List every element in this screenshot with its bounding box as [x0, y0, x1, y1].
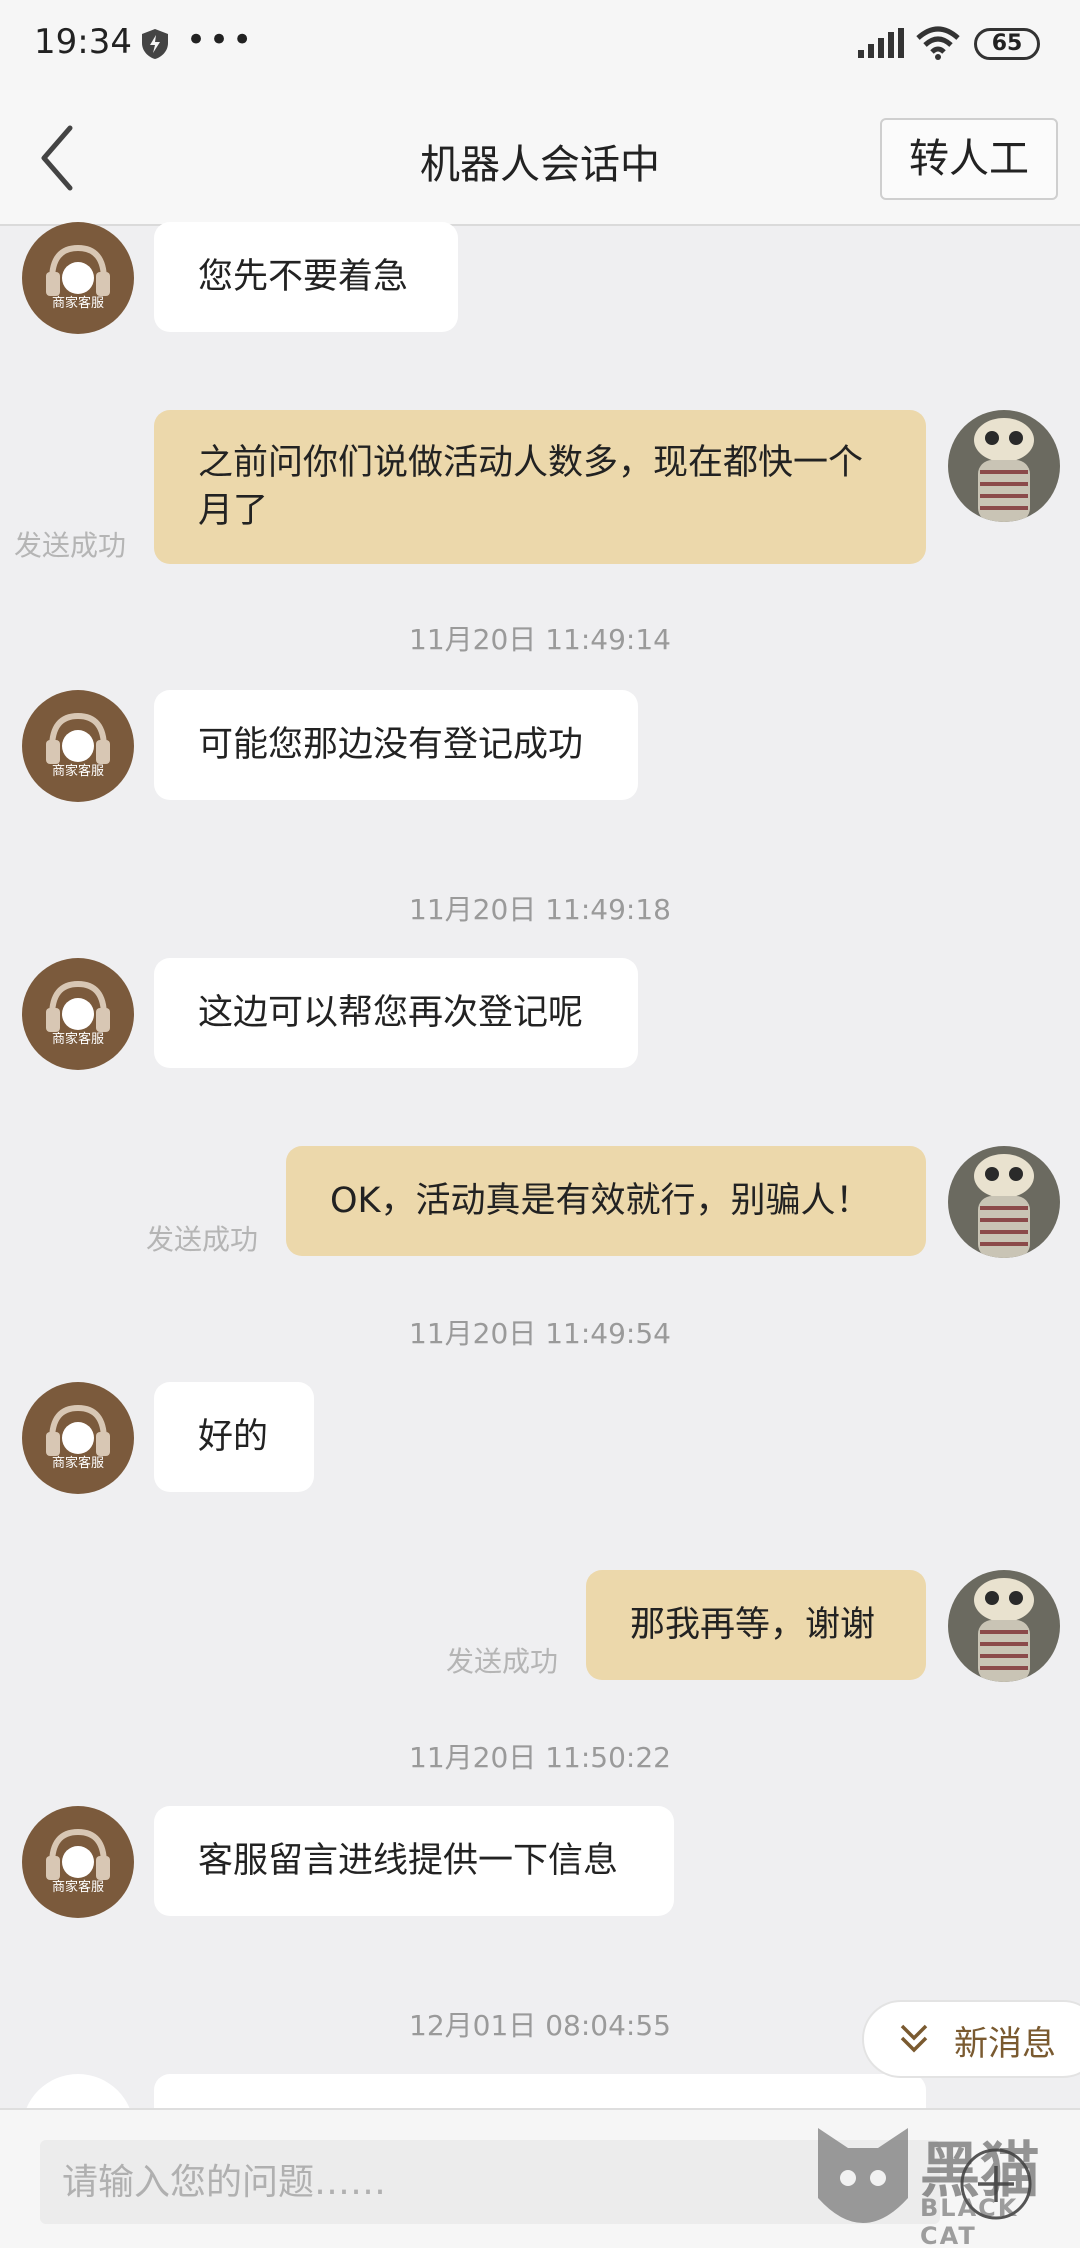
message-text: 您先不要着急 — [198, 257, 409, 297]
bot-message: 这边可以帮您再次登记呢 — [154, 958, 638, 1068]
user-message: OK，活动真是有效就行，别骗人！ — [286, 1146, 926, 1256]
message-timestamp: 11月20日 11:49:18 — [409, 893, 671, 926]
watermark-en: BLACK CAT — [920, 2194, 1019, 2248]
headset-icon — [46, 980, 110, 1032]
send-status: 发送成功 — [146, 1223, 259, 1256]
bot-avatar-label: 商家客服 — [51, 1880, 104, 1895]
status-bar: 19:34 ••• 65 — [0, 0, 1080, 90]
message-text: 那我再等，谢谢 — [630, 1605, 876, 1645]
owl-avatar-icon — [948, 410, 1060, 522]
bot-message: 可能您那边没有登记成功 — [154, 690, 638, 800]
bot-message: 您先不要着急 — [154, 222, 458, 332]
message-text: 之前问你们说做活动人数多，现在都快一个月了 — [198, 443, 864, 531]
battery-indicator: 65 — [974, 28, 1040, 60]
new-message-button[interactable]: 新消息 — [862, 2000, 1080, 2078]
status-more-dots: ••• — [186, 20, 256, 60]
bot-message: 客服留言进线提供一下信息 — [154, 1806, 674, 1916]
message-text: 可能您那边没有登记成功 — [198, 725, 584, 765]
owl-avatar-icon — [948, 1570, 1060, 1682]
new-message-label: 新消息 — [954, 2024, 1056, 2064]
bot-avatar-label: 商家客服 — [51, 1032, 104, 1047]
bot-message: 好的 — [154, 1382, 314, 1492]
send-status: 发送成功 — [446, 1645, 559, 1678]
message-text: 客服留言进线提供一下信息 — [198, 1841, 619, 1881]
watermark: 黑猫 BLACK CAT — [808, 2118, 1080, 2248]
user-avatar[interactable] — [948, 1146, 1060, 1258]
bot-avatar[interactable]: 商家客服 — [22, 958, 134, 1070]
signal-icon — [858, 28, 904, 58]
chat-header: 机器人会话中 转人工 — [0, 90, 1080, 226]
user-message: 那我再等，谢谢 — [586, 1570, 926, 1680]
message-text: OK，活动真是有效就行，别骗人！ — [330, 1181, 871, 1221]
bot-avatar[interactable]: 商家客服 — [22, 1382, 134, 1494]
message-text: 这边可以帮您再次登记呢 — [198, 993, 584, 1033]
message-timestamp: 11月20日 11:49:14 — [409, 623, 671, 656]
bot-avatar-label: 商家客服 — [51, 1456, 104, 1471]
bot-avatar[interactable]: 商家客服 — [22, 222, 134, 334]
shield-icon — [142, 29, 168, 59]
headset-icon — [46, 1404, 110, 1456]
user-message: 之前问你们说做活动人数多，现在都快一个月了 — [154, 410, 926, 564]
headset-icon — [46, 1828, 110, 1880]
back-button[interactable] — [30, 120, 100, 196]
bot-avatar-label: 商家客服 — [51, 764, 104, 779]
transfer-to-human-button[interactable]: 转人工 — [880, 118, 1058, 200]
user-avatar[interactable] — [948, 410, 1060, 522]
message-timestamp: 11月20日 11:49:54 — [409, 1317, 671, 1350]
wifi-icon — [916, 26, 960, 60]
message-input[interactable] — [40, 2140, 940, 2224]
message-text: 好的 — [198, 1417, 269, 1457]
chevron-left-icon — [41, 125, 73, 191]
owl-avatar-icon — [948, 1146, 1060, 1258]
bot-avatar[interactable]: 商家客服 — [22, 690, 134, 802]
headset-icon — [46, 244, 110, 296]
black-cat-logo-icon — [818, 2128, 908, 2223]
bot-avatar-label: 商家客服 — [51, 296, 104, 311]
user-avatar[interactable] — [948, 1570, 1060, 1682]
headset-icon — [46, 712, 110, 764]
chevron-down-double-icon — [900, 2024, 928, 2053]
status-time: 19:34 — [34, 22, 132, 62]
message-timestamp: 11月20日 11:50:22 — [409, 1741, 671, 1774]
send-status: 发送成功 — [14, 529, 127, 562]
bot-avatar[interactable]: 商家客服 — [22, 1806, 134, 1918]
